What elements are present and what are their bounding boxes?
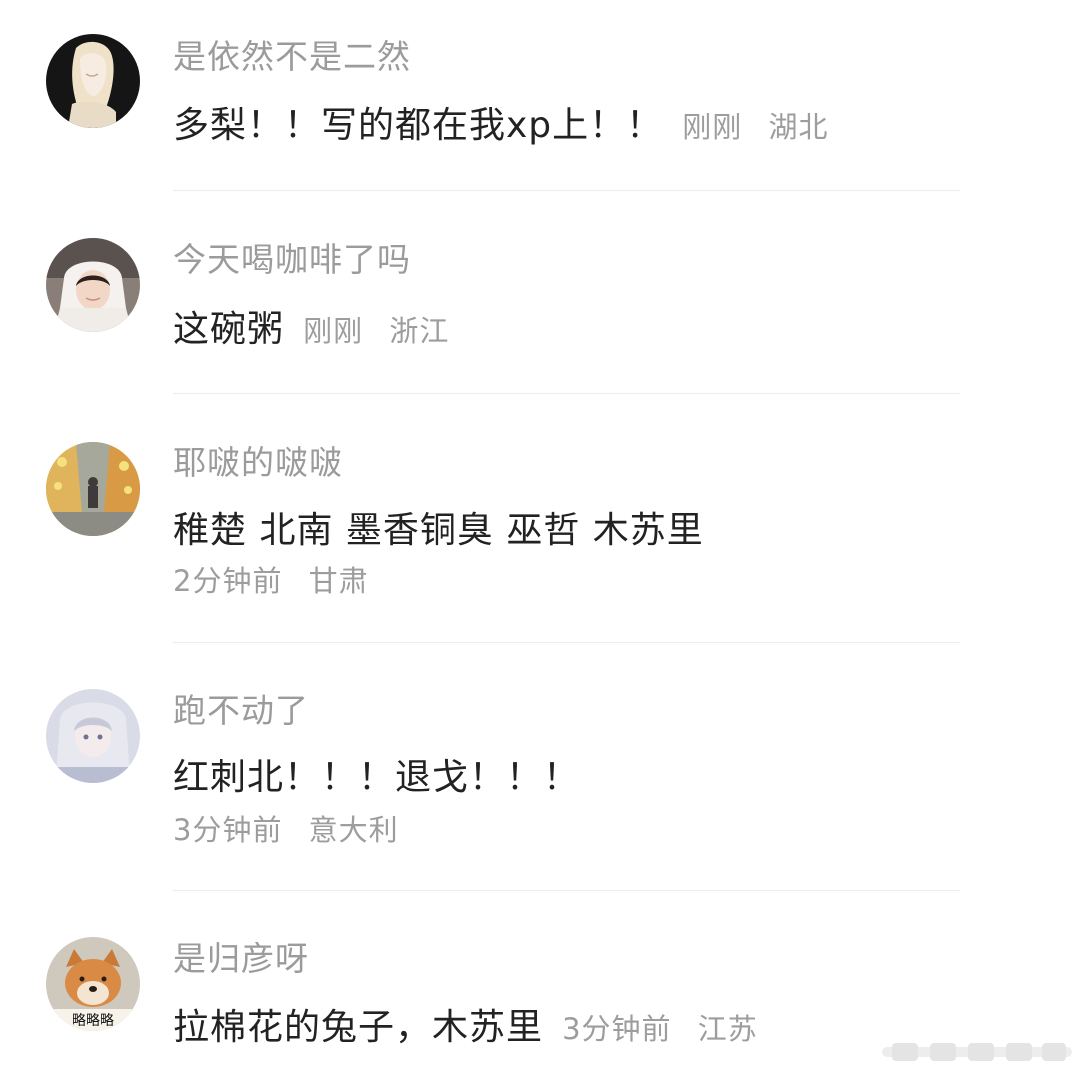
- divider: [173, 393, 960, 394]
- comment-text: 多梨！！写的都在我xp上！！: [173, 105, 664, 146]
- comment-text: 稚楚 北南 墨香铜臭 巫哲 木苏里: [173, 510, 704, 551]
- divider: [173, 890, 960, 891]
- comment-text: 拉棉花的兔子，木苏里: [173, 1007, 544, 1048]
- comment-location: 甘肃: [308, 564, 369, 598]
- avatar-anime-blonde-girl-icon[interactable]: [46, 34, 140, 128]
- avatar-caption: 略略略: [72, 1013, 114, 1029]
- comment-location: 湖北: [768, 110, 829, 144]
- comment-meta: 2分钟前 甘肃: [173, 561, 369, 606]
- comment-time: 2分钟前: [173, 564, 283, 598]
- comment-body: 拉棉花的兔子，木苏里 3分钟前 江苏: [173, 1004, 758, 1058]
- avatar-street-scene-icon[interactable]: [46, 442, 140, 536]
- comment-username[interactable]: 是归彦呀: [173, 937, 309, 981]
- comment-username[interactable]: 是依然不是二然: [173, 35, 411, 79]
- avatar-anime-silver-hair-icon[interactable]: [46, 689, 140, 783]
- divider: [173, 190, 960, 191]
- comment-time: 刚刚: [303, 314, 364, 348]
- comment-body: 这碗粥 刚刚 浙江: [173, 306, 449, 360]
- comment-body: 多梨！！写的都在我xp上！！ 刚刚 湖北: [173, 102, 828, 156]
- avatar-shiba-dog-icon[interactable]: 略略略: [46, 937, 140, 1031]
- comment-meta: 3分钟前 意大利: [173, 810, 399, 855]
- comment-username[interactable]: 耶啵的啵啵: [173, 441, 343, 485]
- comment-username[interactable]: 今天喝咖啡了吗: [173, 238, 411, 282]
- comment-time: 3分钟前: [562, 1012, 672, 1046]
- comment-text: 红刺北！！！退戈！！！: [173, 757, 581, 798]
- comment-text: 这碗粥: [173, 309, 285, 350]
- comment-location: 浙江: [389, 314, 450, 348]
- watermark-logo-icon: [882, 1039, 1072, 1065]
- comment-list: 是依然不是二然 多梨！！写的都在我xp上！！ 刚刚 湖北 今天喝咖啡了吗 这碗粥…: [0, 0, 1080, 1087]
- divider: [173, 642, 960, 643]
- comment-location: 江苏: [697, 1012, 758, 1046]
- comment-time: 刚刚: [682, 110, 743, 144]
- comment-time: 3分钟前: [173, 813, 283, 847]
- comment-location: 意大利: [308, 813, 399, 847]
- avatar-girl-white-hood-icon[interactable]: [46, 238, 140, 332]
- comment-username[interactable]: 跑不动了: [173, 689, 309, 733]
